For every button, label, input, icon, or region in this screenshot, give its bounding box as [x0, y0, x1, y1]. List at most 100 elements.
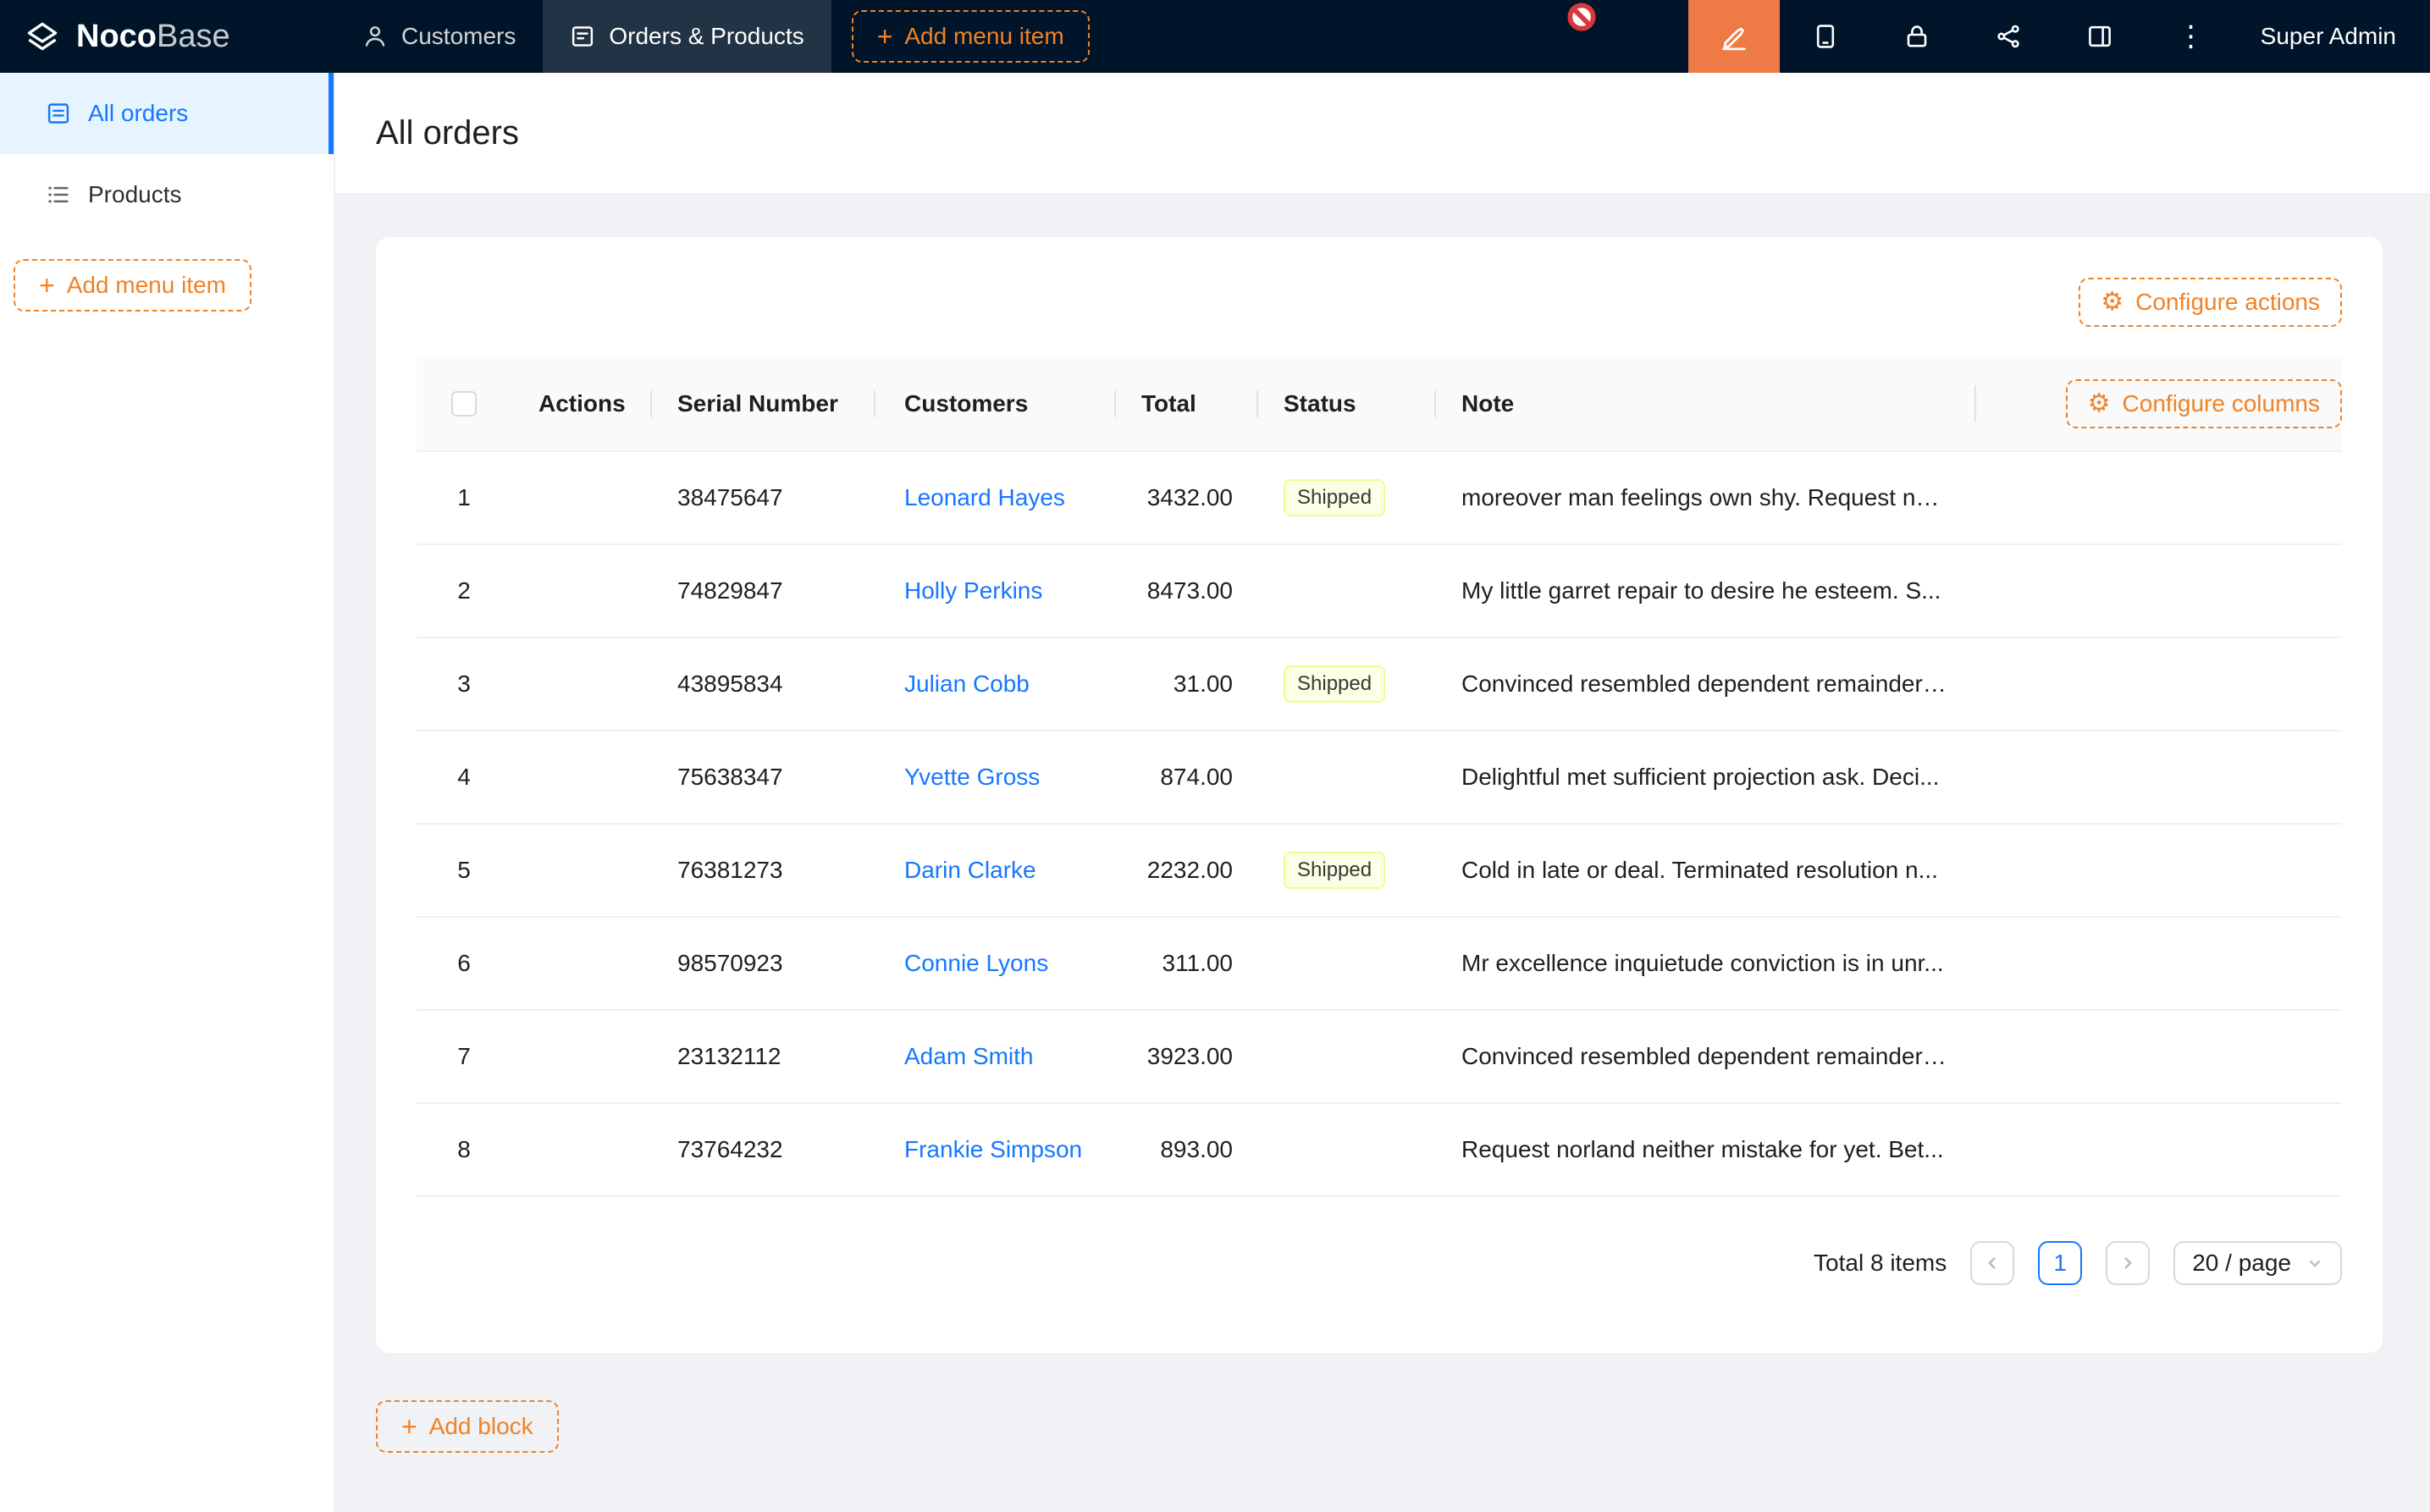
row-index-cell: 5	[417, 857, 511, 884]
note-cell: Convinced resembled dependent remainder …	[1434, 1043, 1974, 1070]
pagination-prev-button[interactable]	[1970, 1241, 2014, 1285]
total-cell: 893.00	[1114, 1136, 1256, 1163]
mobile-icon	[1812, 23, 1839, 50]
nocobase-logo-icon	[24, 18, 61, 55]
customer-link[interactable]: Darin Clarke	[904, 857, 1036, 883]
highlighter-icon	[1720, 22, 1748, 51]
top-navbar: NocoBase Customers Orders & Products +	[0, 0, 2430, 73]
serial-number-cell: 76381273	[650, 857, 874, 884]
table-row[interactable]: 5 76381273 Darin Clarke 2232.00 Shipped …	[417, 825, 2342, 918]
serial-number-cell: 73764232	[650, 1136, 874, 1163]
customer-cell: Adam Smith	[874, 1043, 1114, 1070]
sidebar-item-all-orders[interactable]: All orders	[0, 73, 334, 154]
customer-link[interactable]: Yvette Gross	[904, 764, 1040, 790]
sidebar-item-products[interactable]: Products	[0, 154, 334, 235]
nav-tab-orders-products[interactable]: Orders & Products	[543, 0, 831, 73]
table-toolbar: ⚙ Configure actions	[417, 278, 2342, 327]
customer-link[interactable]: Adam Smith	[904, 1043, 1034, 1069]
orders-table-block: ⚙ Configure actions Actions Serial Numbe…	[376, 237, 2383, 1353]
customer-cell: Darin Clarke	[874, 857, 1114, 884]
sidebar-item-label: All orders	[88, 100, 188, 127]
customer-link[interactable]: Frankie Simpson	[904, 1136, 1082, 1162]
configure-columns-button[interactable]: ⚙ Configure columns	[2066, 379, 2342, 428]
customer-cell: Connie Lyons	[874, 950, 1114, 977]
row-index-cell: 4	[417, 764, 511, 791]
form-icon	[570, 24, 595, 49]
serial-number-cell: 43895834	[650, 670, 874, 698]
sidebar-add-menu-item-button[interactable]: + Add menu item	[14, 259, 251, 312]
gear-icon: ⚙	[2101, 290, 2123, 315]
page-size-select[interactable]: 20 / page	[2173, 1241, 2342, 1285]
table-row[interactable]: 2 74829847 Holly Perkins 8473.00 My litt…	[417, 545, 2342, 638]
total-cell: 874.00	[1114, 764, 1256, 791]
mobile-preview-button[interactable]	[1780, 0, 1871, 73]
table-row[interactable]: 1 38475647 Leonard Hayes 3432.00 Shipped…	[417, 452, 2342, 545]
column-header-status: Status	[1256, 390, 1434, 417]
navbar-right-actions: ⋮ Super Admin	[1688, 0, 2430, 73]
ui-editor-button[interactable]	[1688, 0, 1780, 73]
serial-number-cell: 38475647	[650, 484, 874, 511]
chevron-left-icon	[1984, 1255, 2001, 1272]
note-cell: Delightful met sufficient projection ask…	[1434, 764, 1974, 791]
more-icon: ⋮	[2177, 22, 2206, 51]
customer-link[interactable]: Connie Lyons	[904, 950, 1048, 976]
plus-icon: +	[39, 272, 55, 299]
chevron-down-icon	[2306, 1255, 2323, 1272]
nav-tab-label: Customers	[401, 23, 516, 50]
list-icon	[46, 182, 71, 207]
sidebar-item-label: Products	[88, 181, 182, 208]
select-all-cell	[417, 391, 511, 417]
table-header-row: Actions Serial Number Customers Total St…	[417, 357, 2342, 452]
brand-logo[interactable]: NocoBase	[0, 18, 335, 55]
customer-cell: Frankie Simpson	[874, 1136, 1114, 1163]
table-row[interactable]: 6 98570923 Connie Lyons 311.00 Mr excell…	[417, 918, 2342, 1011]
select-all-checkbox[interactable]	[451, 391, 477, 417]
more-actions-button[interactable]: ⋮	[2146, 0, 2237, 73]
customer-link[interactable]: Holly Perkins	[904, 577, 1042, 604]
total-cell: 31.00	[1114, 670, 1256, 698]
pagination-page-1-button[interactable]: 1	[2038, 1241, 2082, 1285]
column-header-actions: Actions	[511, 390, 650, 417]
serial-number-cell: 75638347	[650, 764, 874, 791]
user-icon	[362, 24, 388, 49]
customer-link[interactable]: Leonard Hayes	[904, 484, 1065, 510]
row-index-cell: 2	[417, 577, 511, 604]
api-nodes-button[interactable]	[1963, 0, 2054, 73]
total-cell: 2232.00	[1114, 857, 1256, 884]
configure-actions-button[interactable]: ⚙ Configure actions	[2079, 278, 2342, 327]
total-cell: 3923.00	[1114, 1043, 1256, 1070]
chevron-right-icon	[2119, 1255, 2136, 1272]
table-row[interactable]: 3 43895834 Julian Cobb 31.00 Shipped Con…	[417, 638, 2342, 731]
not-allowed-cursor-icon	[1566, 2, 1597, 32]
nav-tab-customers[interactable]: Customers	[335, 0, 543, 73]
pagination: Total 8 items 1 20 / page	[417, 1241, 2342, 1285]
layout-icon	[2086, 23, 2113, 50]
user-menu[interactable]: Super Admin	[2237, 23, 2430, 50]
status-cell: Shipped	[1256, 852, 1434, 889]
customer-cell: Holly Perkins	[874, 577, 1114, 604]
add-block-button[interactable]: + Add block	[376, 1400, 559, 1453]
nav-add-menu-item-button[interactable]: + Add menu item	[852, 10, 1090, 63]
customer-link[interactable]: Julian Cobb	[904, 670, 1030, 697]
sidebar: All orders Products + Add menu item	[0, 73, 335, 1512]
serial-number-cell: 74829847	[650, 577, 874, 604]
table-row[interactable]: 8 73764232 Frankie Simpson 893.00 Reques…	[417, 1104, 2342, 1197]
nodes-icon	[1995, 23, 2022, 50]
row-index-cell: 7	[417, 1043, 511, 1070]
gear-icon: ⚙	[2088, 391, 2111, 417]
pagination-next-button[interactable]	[2106, 1241, 2150, 1285]
security-button[interactable]	[1871, 0, 1963, 73]
column-header-serial-number: Serial Number	[650, 390, 874, 417]
layout-button[interactable]	[2054, 0, 2146, 73]
table-body: 1 38475647 Leonard Hayes 3432.00 Shipped…	[417, 452, 2342, 1197]
status-tag: Shipped	[1284, 479, 1385, 516]
table-row[interactable]: 7 23132112 Adam Smith 3923.00 Convinced …	[417, 1011, 2342, 1104]
row-index-cell: 8	[417, 1136, 511, 1163]
status-tag: Shipped	[1284, 852, 1385, 889]
serial-number-cell: 98570923	[650, 950, 874, 977]
note-cell: Mr excellence inquietude conviction is i…	[1434, 950, 1974, 977]
column-header-note: Note	[1434, 390, 1974, 417]
column-header-customers: Customers	[874, 390, 1114, 417]
nocobase-app: NocoBase Customers Orders & Products +	[0, 0, 2430, 1512]
table-row[interactable]: 4 75638347 Yvette Gross 874.00 Delightfu…	[417, 731, 2342, 825]
